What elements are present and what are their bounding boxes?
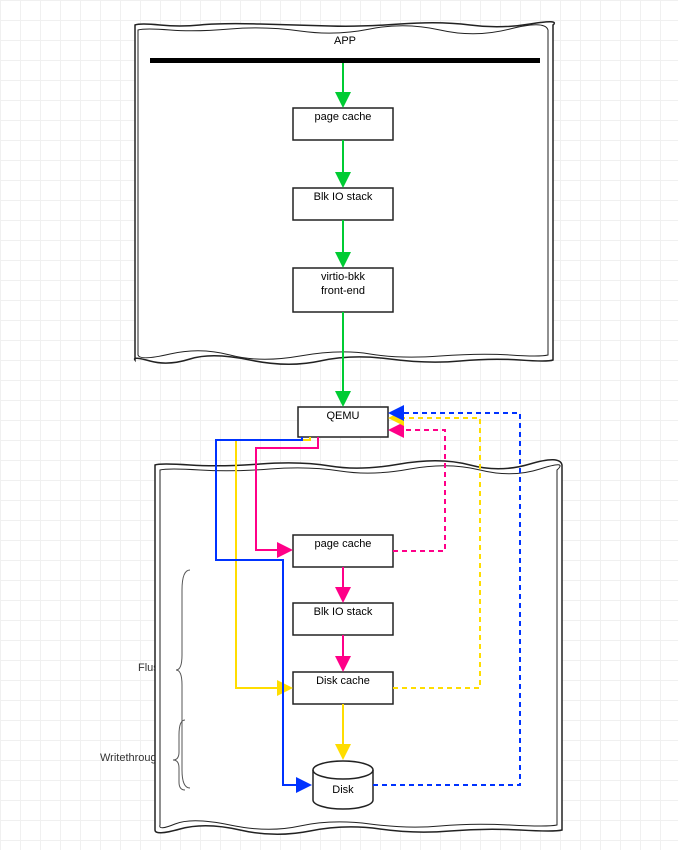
node-app-label: APP (334, 35, 356, 47)
node-blkio-host: Blk IO stack (293, 603, 393, 635)
node-pagecache-guest: page cache (293, 108, 393, 140)
node-qemu: QEMU (298, 407, 388, 437)
diagram-canvas: APP page cache Blk IO stack virtio-bkk f… (0, 0, 678, 850)
node-pagecache-host: page cache (293, 535, 393, 567)
node-blkio-guest: Blk IO stack (293, 188, 393, 220)
svg-text:Disk: Disk (332, 784, 354, 796)
node-diskcache: Disk cache (293, 672, 393, 704)
node-virtio: virtio-bkk front-end (293, 268, 393, 312)
guest-separator (150, 58, 540, 63)
